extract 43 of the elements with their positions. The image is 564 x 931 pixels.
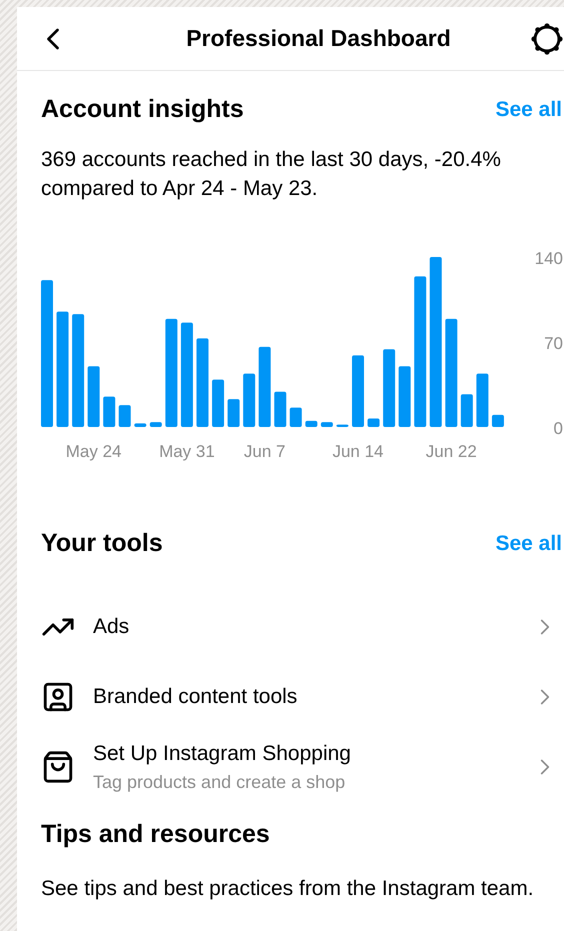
chart-bar xyxy=(134,422,146,426)
chart-bar xyxy=(150,422,162,426)
tool-label: Ads xyxy=(93,614,130,640)
section-heading: Your tools xyxy=(41,528,163,558)
tool-row[interactable]: Branded content tools xyxy=(41,662,562,732)
chart-bar xyxy=(290,407,302,426)
tool-subtitle: Tag products and create a shop xyxy=(93,771,346,794)
x-axis-label: May 31 xyxy=(159,442,215,460)
tips-text: See tips and best practices from the Instagram team. xyxy=(41,876,535,902)
x-axis-label: Jun 14 xyxy=(332,442,384,460)
page-title: Professional Dashboard xyxy=(185,24,452,54)
shopping-bag-icon xyxy=(41,750,75,784)
settings-icon[interactable] xyxy=(530,22,564,56)
chart-bar xyxy=(103,396,116,426)
x-axis-label: May 24 xyxy=(66,442,122,460)
tool-label: Branded content tools xyxy=(93,684,298,710)
y-axis-label: 0 xyxy=(554,418,563,438)
chart-bar xyxy=(336,424,348,426)
chart-bar xyxy=(398,366,411,426)
chart-bar xyxy=(352,354,364,426)
y-axis-label: 140 xyxy=(534,248,563,268)
chart-bar xyxy=(228,398,240,426)
chart-bar xyxy=(320,422,333,426)
section-heading: Tips and resources xyxy=(41,819,271,850)
person-badge-icon xyxy=(41,680,75,714)
x-axis-label: Jun 22 xyxy=(426,442,477,460)
chart-bar xyxy=(243,373,256,426)
tool-label: Set Up Instagram Shopping xyxy=(93,740,352,767)
chart-bar xyxy=(368,418,380,426)
chart-bar xyxy=(492,414,504,426)
chart-bar xyxy=(476,373,488,426)
section-heading: Account insights xyxy=(41,94,244,125)
y-axis-label: 70 xyxy=(544,334,563,352)
x-axis-label: Jun 7 xyxy=(244,442,286,460)
tool-row[interactable]: Ads xyxy=(41,592,562,662)
chart-bar xyxy=(212,379,224,426)
tool-row[interactable]: Set Up Instagram Shopping Tag products and create a shop xyxy=(41,732,562,802)
chart-bar xyxy=(460,394,473,426)
reach-summary: 369 accounts reached in the last 30 days, -20.4% compared to Apr 24 - May 23. xyxy=(41,146,502,202)
chart-bar xyxy=(305,420,318,426)
chart-bar xyxy=(118,404,131,426)
chart-bar xyxy=(88,366,100,426)
chart-bar xyxy=(274,391,286,426)
